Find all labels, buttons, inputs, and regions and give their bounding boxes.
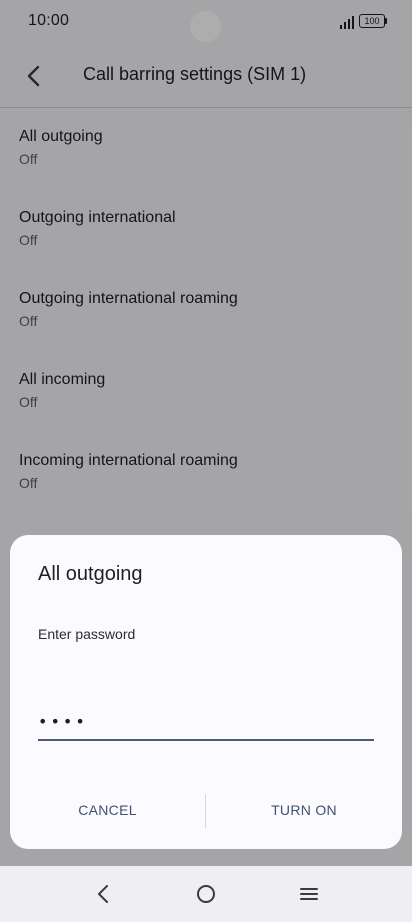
nav-menu-button[interactable] bbox=[279, 866, 339, 922]
navigation-bar bbox=[0, 866, 412, 922]
password-label: Enter password bbox=[38, 626, 136, 642]
home-circle-icon bbox=[197, 885, 215, 903]
password-dialog: All outgoing Enter password CANCEL TURN … bbox=[10, 535, 402, 849]
turn-on-button[interactable]: TURN ON bbox=[206, 785, 402, 835]
password-input[interactable] bbox=[38, 703, 374, 741]
back-triangle-icon bbox=[98, 885, 108, 903]
menu-lines-icon bbox=[300, 888, 318, 900]
dialog-title: All outgoing bbox=[38, 563, 143, 585]
nav-home-button[interactable] bbox=[176, 866, 236, 922]
nav-back-button[interactable] bbox=[73, 866, 133, 922]
cancel-button[interactable]: CANCEL bbox=[10, 785, 205, 835]
